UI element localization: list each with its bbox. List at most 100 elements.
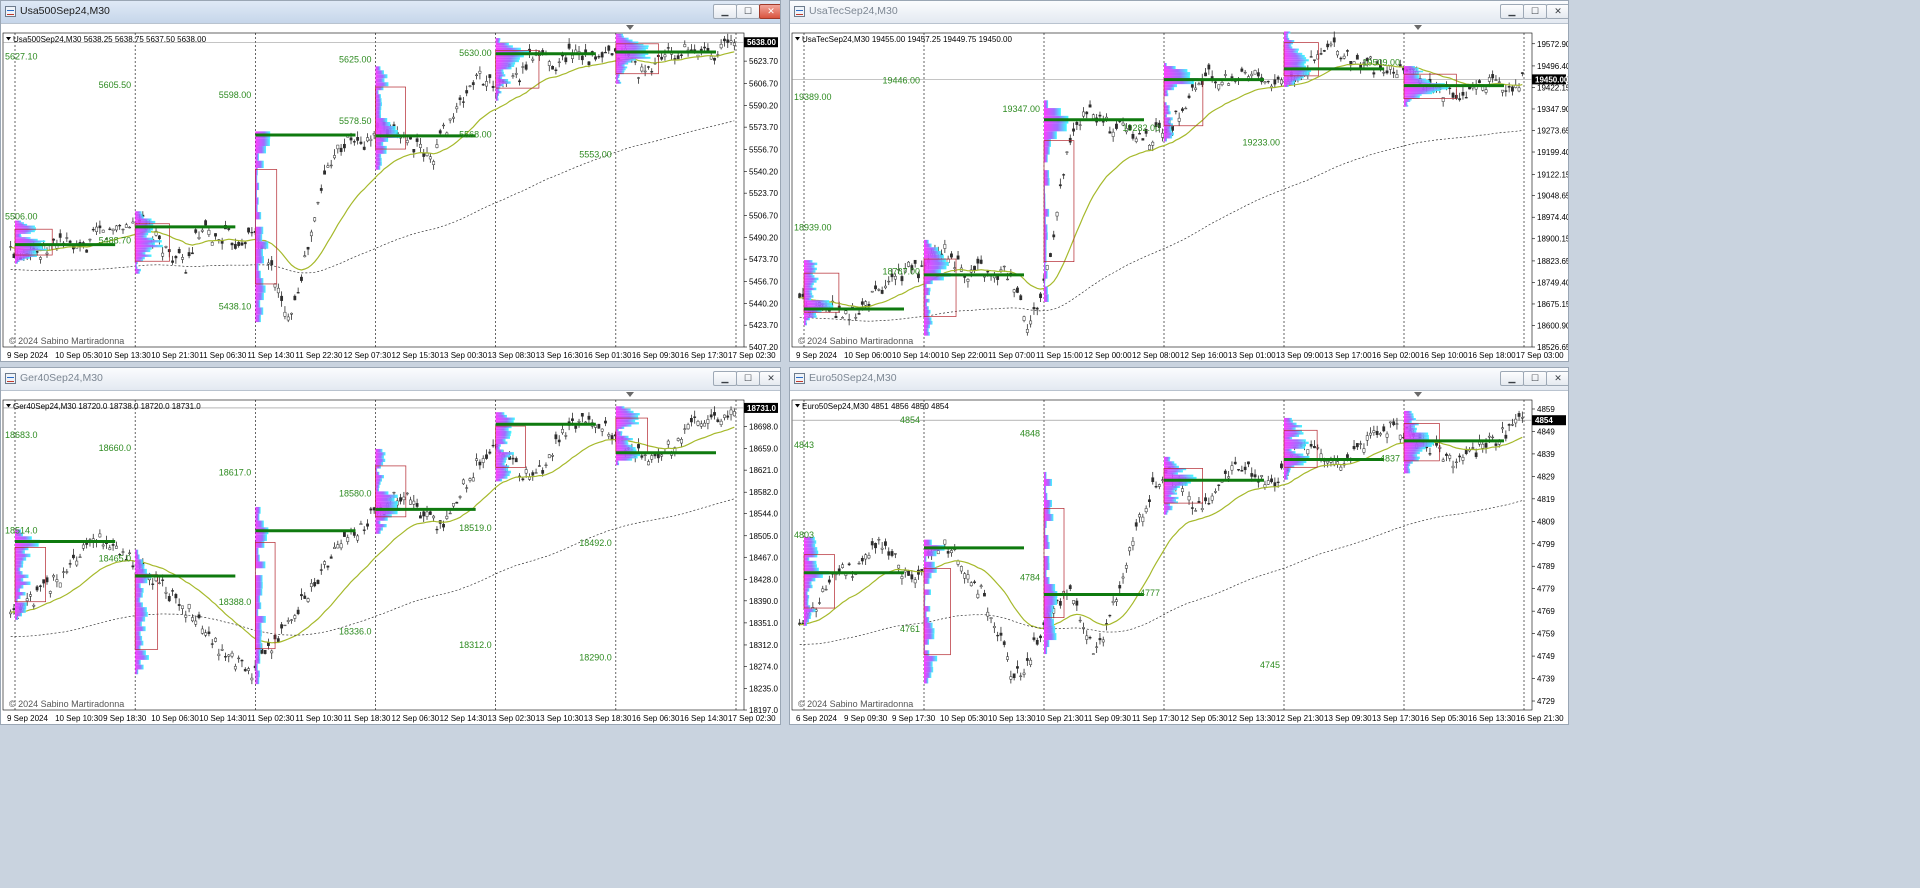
profile-bar xyxy=(1164,463,1177,466)
profile-price-label: 19233.00 xyxy=(1242,137,1280,147)
profile-bar xyxy=(1284,455,1310,459)
profile-bar xyxy=(615,77,619,80)
profile-bar xyxy=(375,94,381,99)
profile-bar xyxy=(1044,633,1057,641)
x-tick-label: 16 Sep 14:30 xyxy=(680,714,728,723)
candle-body xyxy=(1336,51,1339,56)
candle-body xyxy=(1266,80,1270,83)
candle-body xyxy=(986,270,990,273)
window-titlebar[interactable]: Usa500Sep24,M30 ▁ ☐ ✕ xyxy=(1,1,780,24)
candle-body xyxy=(45,252,49,255)
profile-bar xyxy=(375,82,389,87)
profile-bar xyxy=(255,575,263,582)
candle-body xyxy=(1016,666,1019,669)
minimize-button[interactable]: ▁ xyxy=(1500,4,1524,19)
candle-body xyxy=(1174,110,1178,113)
profile-bar xyxy=(375,110,381,115)
maximize-button[interactable]: ☐ xyxy=(736,371,760,386)
profile-price-label: 5598.00 xyxy=(219,90,252,100)
candle-body xyxy=(326,565,330,568)
price-chart[interactable]: 5638.00 5623.70 5606.70 5590.20 5573.70 5556.… xyxy=(1,23,780,361)
window-titlebar[interactable]: Euro50Sep24,M30 ▁ ☐ ✕ xyxy=(790,368,1568,391)
profile-bar xyxy=(615,81,622,84)
profile-bar xyxy=(375,129,398,134)
window-titlebar[interactable]: UsaTecSep24,M30 ▁ ☐ ✕ xyxy=(790,1,1568,24)
candle-body xyxy=(369,138,373,141)
copyright-text: © 2024 Sabino Martiradonna xyxy=(798,336,913,346)
candle-body xyxy=(1263,484,1267,488)
candle-body xyxy=(214,233,217,237)
candle-body xyxy=(306,598,310,602)
candle-body xyxy=(210,242,214,246)
minimize-button[interactable]: ▁ xyxy=(713,371,737,386)
candle-body xyxy=(230,652,234,657)
minimize-button[interactable]: ▁ xyxy=(713,4,737,19)
profile-bar xyxy=(1284,61,1306,64)
profile-price-label: 4803 xyxy=(794,530,814,540)
profile-bar xyxy=(255,615,266,623)
profile-bar xyxy=(495,76,503,79)
profile-price-label: 4848 xyxy=(1020,429,1040,439)
candle-body xyxy=(1461,457,1465,461)
close-button[interactable]: ✕ xyxy=(1546,4,1568,19)
profile-bar xyxy=(495,78,509,82)
minimize-button[interactable]: ▁ xyxy=(1500,371,1524,386)
candle-body xyxy=(445,132,449,135)
chart-window-euro50[interactable]: Euro50Sep24,M30 ▁ ☐ ✕ 485948544849483948… xyxy=(789,367,1569,725)
candle-body xyxy=(676,438,680,441)
candle-body xyxy=(1362,448,1366,453)
profile-bar xyxy=(924,606,931,612)
close-button[interactable]: ✕ xyxy=(1546,371,1568,386)
candle-body xyxy=(1075,600,1079,606)
maximize-button[interactable]: ☐ xyxy=(1523,4,1547,19)
candle-body xyxy=(604,420,607,424)
profile-bar xyxy=(1404,413,1414,416)
window-titlebar[interactable]: Ger40Sep24,M30 ▁ ☐ ✕ xyxy=(1,368,780,391)
profile-bar xyxy=(1164,66,1176,70)
candle-body xyxy=(101,544,105,547)
profile-bar xyxy=(804,608,816,613)
chart-window-usatec[interactable]: UsaTecSep24,M30 ▁ ☐ ✕ 19572.90 19496.40 19… xyxy=(789,0,1569,362)
maximize-button[interactable]: ☐ xyxy=(1523,371,1547,386)
profile-bar xyxy=(255,656,261,664)
profile-price-label: 18465.0 xyxy=(99,553,132,563)
candle-body xyxy=(1346,50,1349,52)
profile-bar xyxy=(1044,485,1047,493)
profile-bar xyxy=(15,248,47,251)
profile-bar xyxy=(1044,270,1048,279)
y-tick-label: 4729 xyxy=(1537,697,1555,706)
price-chart[interactable]: 4859 4854 4849 4839 4829 4819 4809 4799 4789 4779… xyxy=(790,390,1568,724)
profile-bar xyxy=(135,655,149,660)
profile-bar xyxy=(15,553,31,558)
candle-body xyxy=(181,257,184,260)
candle-body xyxy=(488,74,492,78)
candle-body xyxy=(1273,482,1277,487)
chart-window-usa500[interactable]: Usa500Sep24,M30 ▁ ☐ ✕ 5638.00 5623.70 5606… xyxy=(0,0,781,362)
profile-bar xyxy=(1404,105,1409,107)
candle-body xyxy=(604,51,607,54)
candle-body xyxy=(220,240,224,244)
chart-window-ger40[interactable]: Ger40Sep24,M30 ▁ ☐ ✕ 18731.0 18698.0 18659… xyxy=(0,367,781,725)
profile-bar xyxy=(255,513,260,521)
profile-bar xyxy=(1164,129,1172,133)
candle-body xyxy=(723,38,726,42)
candle-body xyxy=(1461,91,1465,96)
profile-bar xyxy=(804,588,810,592)
candle-body xyxy=(283,311,287,317)
profile-bar xyxy=(1164,483,1188,486)
maximize-button[interactable]: ☐ xyxy=(736,4,760,19)
x-tick-label: 16 Sep 21:30 xyxy=(1516,714,1564,723)
price-chart[interactable]: 18731.0 18698.0 18659.0 18621.0 18582.0 18544… xyxy=(1,390,780,724)
x-tick-label: 11 Sep 22:30 xyxy=(295,351,343,360)
candle-body xyxy=(187,604,191,609)
price-chart[interactable]: 19572.90 19496.40 19450.0019422.15 19347.90… xyxy=(790,23,1568,361)
y-tick-label: 4789 xyxy=(1537,562,1555,571)
y-tick-label: 19122.15 xyxy=(1537,170,1568,179)
close-button[interactable]: ✕ xyxy=(759,4,780,19)
close-button[interactable]: ✕ xyxy=(759,371,780,386)
profile-bar xyxy=(135,568,147,574)
profile-bar xyxy=(1164,461,1175,464)
profile-bar xyxy=(135,264,137,267)
profile-bar xyxy=(1164,120,1171,124)
x-tick-label: 16 Sep 02:00 xyxy=(1372,351,1420,360)
